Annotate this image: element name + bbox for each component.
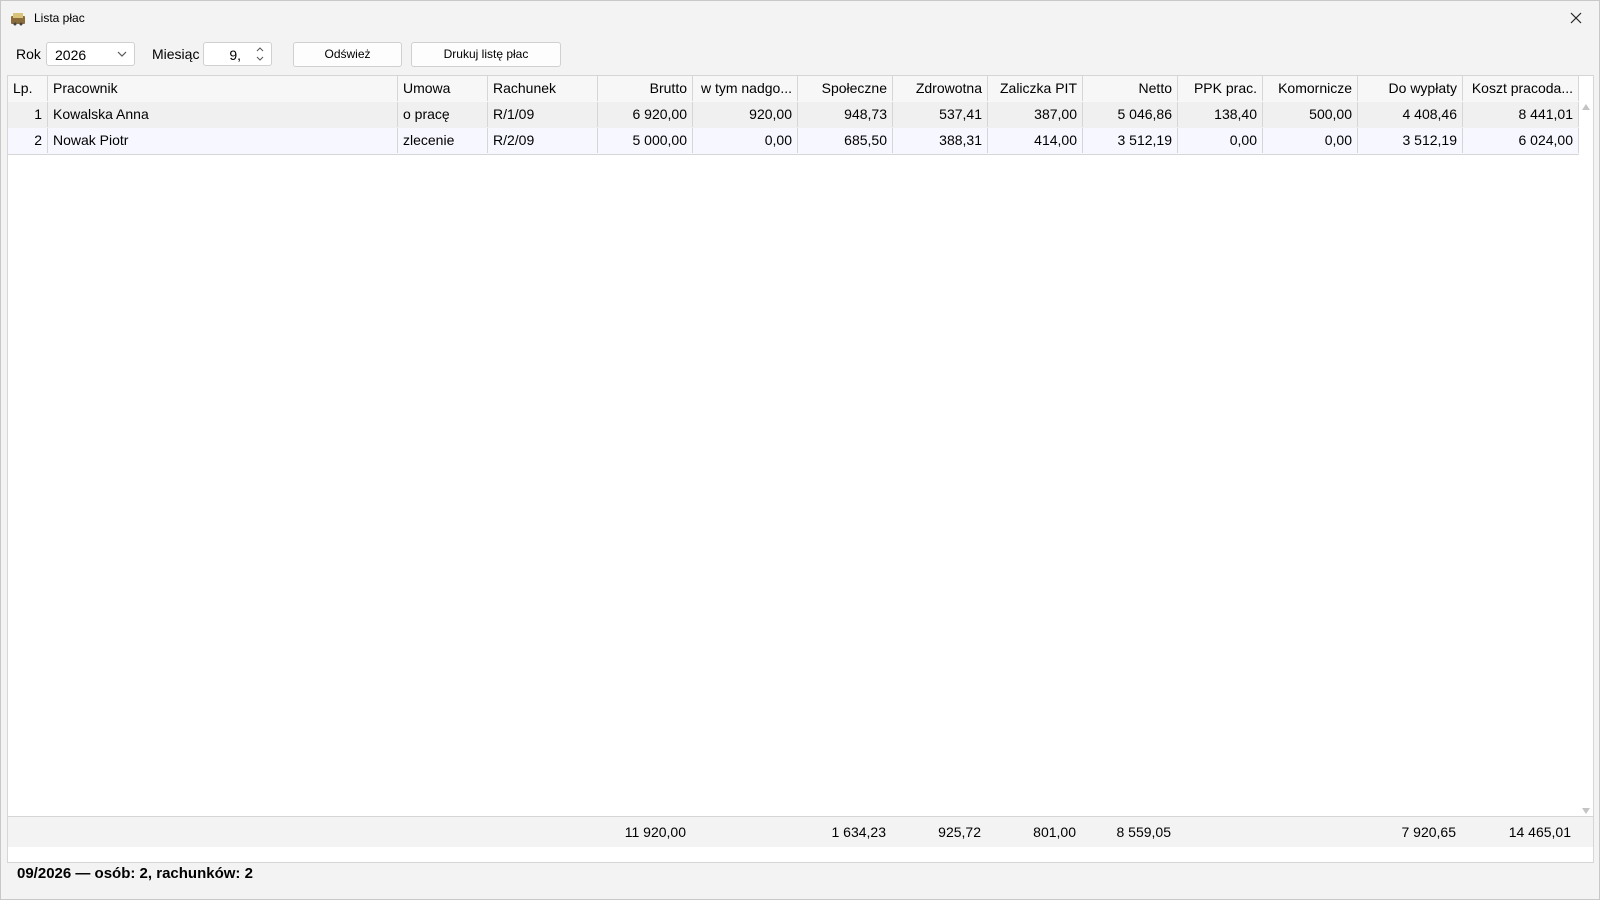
total-spoleczne: 1 634,23 [831,824,887,840]
total-brutto: 11 920,00 [624,824,686,840]
title-bar: Lista płac [1,1,1599,35]
cell-spoleczne: 948,73 [798,102,893,127]
print-payroll-button[interactable]: Drukuj listę płac [411,42,561,67]
payroll-table: Lp. Pracownik Umowa Rachunek Brutto w ty… [7,75,1594,863]
total-zdrowotna: 925,72 [938,824,981,840]
rok-label: Rok [16,46,41,62]
cell-koszt-pracodawcy: 8 441,01 [1463,102,1579,127]
total-do-wyplaty: 7 920,65 [1401,824,1457,840]
rok-select[interactable]: 2026 [46,42,135,66]
col-zdrowotna[interactable]: Zdrowotna [893,76,988,101]
chevron-up-icon[interactable] [255,45,265,53]
toolbar: Rok 2026 Miesiąc 9, Odśwież Drukuj listę… [1,39,1599,69]
col-spoleczne[interactable]: Społeczne [798,76,893,101]
table-row[interactable]: 1 Kowalska Anna o pracę R/1/09 6 920,00 … [8,102,1579,129]
scroll-down-icon[interactable] [1582,808,1590,814]
cell-komornicze: 500,00 [1263,102,1358,127]
rok-value: 2026 [55,47,87,63]
chevron-down-icon [117,51,127,57]
cell-rachunek: R/2/09 [488,128,598,153]
cell-netto: 5 046,86 [1083,102,1178,127]
total-netto: 8 559,05 [1116,824,1172,840]
table-row[interactable]: 2 Nowak Piotr zlecenie R/2/09 5 000,00 0… [8,128,1579,155]
cell-umowa: o pracę [398,102,488,127]
cell-nadgodziny: 920,00 [693,102,798,127]
cell-komornicze: 0,00 [1263,128,1358,153]
vertical-scrollbar[interactable] [1579,102,1593,816]
cell-do-wyplaty: 4 408,46 [1358,102,1463,127]
totals-row: 11 920,00 1 634,23 925,72 801,00 8 559,0… [8,816,1593,847]
miesiac-value: 9, [229,47,241,63]
cell-zaliczka-pit: 414,00 [988,128,1083,153]
cell-pracownik: Nowak Piotr [48,128,398,153]
cell-rachunek: R/1/09 [488,102,598,127]
window-title: Lista płac [34,11,85,25]
cell-pracownik: Kowalska Anna [48,102,398,127]
col-lp[interactable]: Lp. [8,76,48,101]
close-button[interactable] [1553,1,1599,35]
col-pracownik[interactable]: Pracownik [48,76,398,101]
refresh-button[interactable]: Odśwież [293,42,402,67]
col-netto[interactable]: Netto [1083,76,1178,101]
col-rachunek[interactable]: Rachunek [488,76,598,101]
cell-zdrowotna: 388,31 [893,128,988,153]
app-icon [11,13,25,26]
cell-spoleczne: 685,50 [798,128,893,153]
total-zaliczka-pit: 801,00 [1033,824,1076,840]
cell-zaliczka-pit: 387,00 [988,102,1083,127]
col-komornicze[interactable]: Komornicze [1263,76,1358,101]
cell-brutto: 6 920,00 [598,102,693,127]
cell-brutto: 5 000,00 [598,128,693,153]
cell-do-wyplaty: 3 512,19 [1358,128,1463,153]
payroll-window: Lista płac Rok 2026 Miesiąc 9, Odśwież D… [0,0,1600,900]
cell-ppk: 138,40 [1178,102,1263,127]
total-koszt-pracodawcy: 14 465,01 [1508,824,1571,840]
col-umowa[interactable]: Umowa [398,76,488,101]
col-koszt-pracodawcy[interactable]: Koszt pracoda... [1463,76,1579,101]
cell-lp: 2 [8,128,48,153]
col-do-wyplaty[interactable]: Do wypłaty [1358,76,1463,101]
chevron-down-icon[interactable] [255,55,265,63]
col-brutto[interactable]: Brutto [598,76,693,101]
miesiac-spinner[interactable]: 9, [203,42,272,66]
close-icon [1570,12,1582,24]
status-bar: 09/2026 — osób: 2, rachunków: 2 [17,865,253,882]
cell-lp: 1 [8,102,48,127]
cell-nadgodziny: 0,00 [693,128,798,153]
scroll-up-icon[interactable] [1582,104,1590,110]
cell-ppk: 0,00 [1178,128,1263,153]
col-nadgodziny[interactable]: w tym nadgo... [693,76,798,101]
cell-zdrowotna: 537,41 [893,102,988,127]
miesiac-label: Miesiąc [152,46,200,62]
col-zaliczka-pit[interactable]: Zaliczka PIT [988,76,1083,101]
cell-umowa: zlecenie [398,128,488,153]
table-header: Lp. Pracownik Umowa Rachunek Brutto w ty… [8,76,1579,103]
cell-koszt-pracodawcy: 6 024,00 [1463,128,1579,153]
col-ppk[interactable]: PPK prac. [1178,76,1263,101]
cell-netto: 3 512,19 [1083,128,1178,153]
